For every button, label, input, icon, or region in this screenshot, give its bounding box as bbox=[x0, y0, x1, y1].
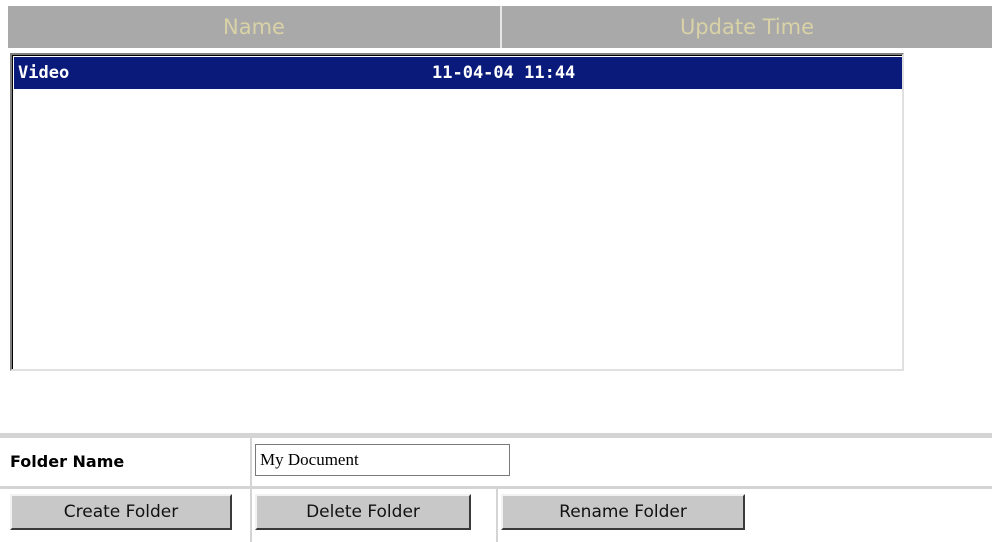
button-column-divider-1 bbox=[250, 489, 252, 542]
list-item-name: Video bbox=[18, 63, 70, 83]
form-divider bbox=[0, 433, 992, 438]
rename-folder-button[interactable]: Rename Folder bbox=[501, 494, 745, 530]
folder-name-label: Folder Name bbox=[10, 452, 125, 471]
table-header: Name Update Time bbox=[8, 6, 992, 48]
list-item-update-time: 11-04-04 11:44 bbox=[432, 63, 576, 83]
create-folder-button[interactable]: Create Folder bbox=[10, 494, 232, 530]
column-header-name[interactable]: Name bbox=[8, 6, 500, 48]
column-header-update-time[interactable]: Update Time bbox=[502, 6, 992, 48]
delete-folder-button[interactable]: Delete Folder bbox=[255, 494, 471, 530]
folder-name-input[interactable] bbox=[255, 444, 510, 476]
button-column-divider-2 bbox=[496, 489, 498, 542]
folder-listbox[interactable]: Video 11-04-04 11:44 bbox=[10, 53, 904, 371]
form-column-divider bbox=[250, 438, 252, 486]
file-manager-page: Name Update Time Video 11-04-04 11:44 Fo… bbox=[0, 0, 992, 542]
list-item[interactable]: Video 11-04-04 11:44 bbox=[14, 57, 902, 89]
